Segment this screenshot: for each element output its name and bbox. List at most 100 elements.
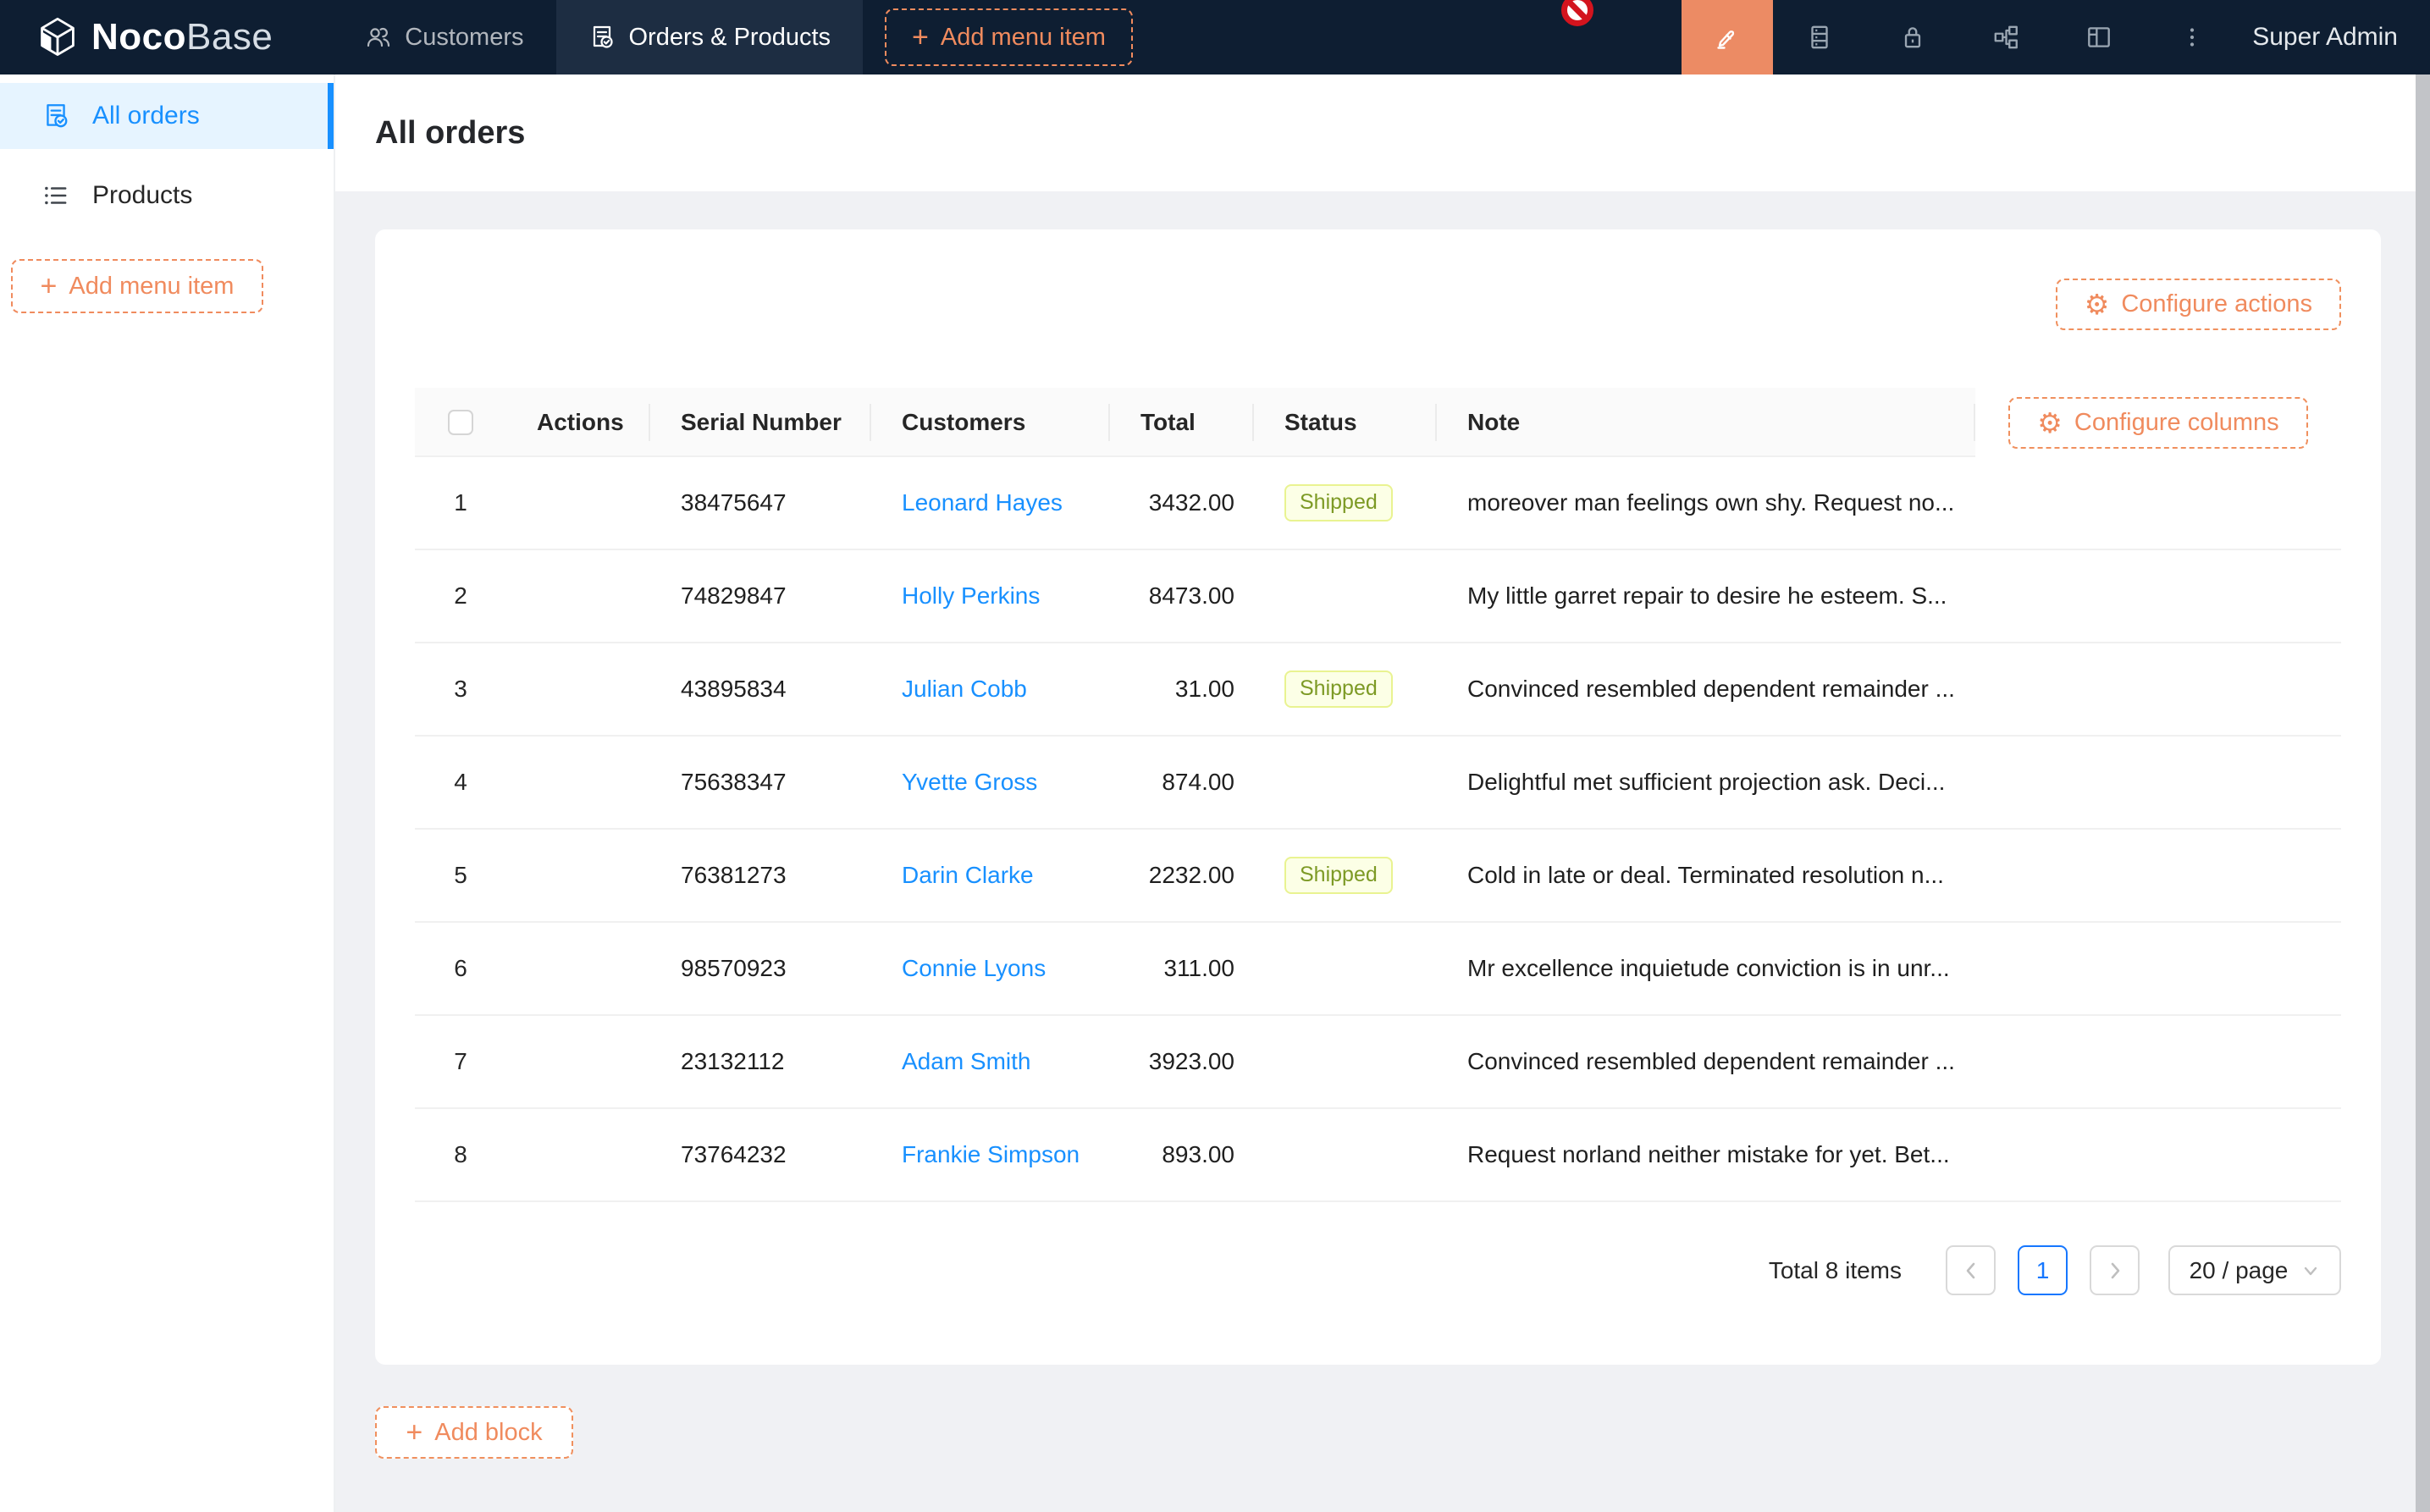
- more-vertical-icon[interactable]: [2146, 0, 2239, 74]
- row-total-cell: 8473.00: [1110, 582, 1254, 610]
- row-total-cell: 31.00: [1110, 676, 1254, 703]
- row-index-cell: 6: [415, 955, 506, 982]
- row-note-cell: Convinced resembled dependent remainder …: [1437, 676, 1975, 703]
- sidebar-item-all-orders[interactable]: All orders: [0, 83, 334, 149]
- row-total-cell: 874.00: [1110, 769, 1254, 796]
- table-row: 3 43895834 Julian Cobb 31.00 Shipped Con…: [415, 643, 2341, 737]
- table-actions-row: ⚙ Configure actions: [415, 279, 2341, 330]
- row-status-cell: Shipped: [1254, 857, 1437, 894]
- row-customer-cell: Connie Lyons: [871, 955, 1110, 982]
- page-main: All orders ⚙ Configure actions Actions S…: [335, 74, 2430, 1512]
- row-status-cell: Shipped: [1254, 670, 1437, 708]
- row-note-cell: My little garret repair to desire he est…: [1437, 582, 1975, 610]
- row-index-cell: 3: [415, 676, 506, 703]
- navbar-item-label: Customers: [405, 24, 523, 52]
- customer-link[interactable]: Darin Clarke: [902, 862, 1034, 888]
- page-content: ⚙ Configure actions Actions Serial Numbe…: [335, 191, 2430, 1512]
- sidebar-item-products[interactable]: Products: [0, 163, 334, 229]
- lock-icon[interactable]: [1866, 0, 1959, 74]
- row-serial-cell: 76381273: [650, 862, 871, 889]
- table-body: 1 38475647 Leonard Hayes 3432.00 Shipped…: [415, 457, 2341, 1202]
- header-checkbox-cell: [415, 410, 506, 435]
- column-header-actions: Actions: [506, 409, 650, 436]
- column-header-status: Status: [1254, 409, 1437, 436]
- vertical-scrollbar[interactable]: [2416, 74, 2430, 1512]
- row-status-cell: Shipped: [1254, 484, 1437, 521]
- gear-icon: ⚙: [2037, 409, 2063, 437]
- pagination-page-1-button[interactable]: 1: [2018, 1245, 2068, 1295]
- row-serial-cell: 73764232: [650, 1141, 871, 1168]
- row-index-cell: 4: [415, 769, 506, 796]
- row-note-cell: moreover man feelings own shy. Request n…: [1437, 489, 1975, 516]
- navbar-add-menu-item-button[interactable]: + Add menu item: [885, 8, 1133, 66]
- row-index-cell: 2: [415, 582, 506, 610]
- navbar-item-orders-products[interactable]: Orders & Products: [556, 0, 864, 74]
- row-note-cell: Cold in late or deal. Terminated resolut…: [1437, 862, 1975, 889]
- sidebar: All orders Products + Add menu item: [0, 74, 335, 1512]
- table-row: 7 23132112 Adam Smith 3923.00 Convinced …: [415, 1016, 2341, 1109]
- add-block-button[interactable]: + Add block: [375, 1406, 573, 1459]
- ui-editor-toggle-button[interactable]: [1682, 0, 1773, 74]
- page-title: All orders: [375, 115, 525, 152]
- current-user-label[interactable]: Super Admin: [2252, 23, 2398, 52]
- select-all-checkbox[interactable]: [448, 410, 473, 435]
- row-index-cell: 8: [415, 1141, 506, 1168]
- row-total-cell: 893.00: [1110, 1141, 1254, 1168]
- row-note-cell: Request norland neither mistake for yet.…: [1437, 1141, 1975, 1168]
- row-note-cell: Convinced resembled dependent remainder …: [1437, 1048, 1975, 1075]
- sidebar-add-menu-item-button[interactable]: + Add menu item: [11, 259, 263, 313]
- blocked-cursor-icon: [1560, 0, 1594, 27]
- table-header-row: Actions Serial Number Customers Total St…: [415, 388, 2341, 457]
- chevron-right-icon: [2104, 1260, 2126, 1282]
- row-customer-cell: Darin Clarke: [871, 862, 1110, 889]
- row-total-cell: 2232.00: [1110, 862, 1254, 889]
- customer-link[interactable]: Julian Cobb: [902, 676, 1027, 702]
- row-customer-cell: Julian Cobb: [871, 676, 1110, 703]
- gear-icon: ⚙: [2085, 290, 2110, 318]
- pagination-next-button[interactable]: [2090, 1245, 2140, 1295]
- row-serial-cell: 75638347: [650, 769, 871, 796]
- row-customer-cell: Holly Perkins: [871, 582, 1110, 610]
- table-row: 6 98570923 Connie Lyons 311.00 Mr excell…: [415, 923, 2341, 1016]
- page-header: All orders: [335, 74, 2430, 191]
- page-size-select[interactable]: 20 / page: [2168, 1245, 2341, 1295]
- column-header-total: Total: [1110, 409, 1254, 436]
- row-total-cell: 311.00: [1110, 955, 1254, 982]
- sidebar-item-label: Products: [92, 181, 192, 210]
- customer-link[interactable]: Adam Smith: [902, 1048, 1031, 1074]
- row-note-cell: Delightful met sufficient projection ask…: [1437, 769, 1975, 796]
- row-serial-cell: 38475647: [650, 489, 871, 516]
- plugin-flow-icon[interactable]: [1959, 0, 2052, 74]
- customer-link[interactable]: Connie Lyons: [902, 955, 1046, 981]
- customer-link[interactable]: Frankie Simpson: [902, 1141, 1080, 1167]
- sidebar-item-label: All orders: [92, 102, 200, 130]
- row-total-cell: 3432.00: [1110, 489, 1254, 516]
- plus-icon: +: [41, 272, 58, 301]
- chevron-left-icon: [1960, 1260, 1982, 1282]
- customer-link[interactable]: Leonard Hayes: [902, 489, 1063, 516]
- order-check-icon: [588, 24, 616, 51]
- navbar-item-customers[interactable]: Customers: [332, 0, 555, 74]
- row-total-cell: 3923.00: [1110, 1048, 1254, 1075]
- table-row: 2 74829847 Holly Perkins 8473.00 My litt…: [415, 550, 2341, 643]
- plus-icon: +: [406, 1418, 422, 1447]
- row-note-cell: Mr excellence inquietude conviction is i…: [1437, 955, 1975, 982]
- row-index-cell: 5: [415, 862, 506, 889]
- layout-icon[interactable]: [2052, 0, 2146, 74]
- pagination-prev-button[interactable]: [1946, 1245, 1996, 1295]
- database-icon[interactable]: [1773, 0, 1866, 74]
- column-header-customers: Customers: [871, 409, 1110, 436]
- row-serial-cell: 23132112: [650, 1048, 871, 1075]
- row-customer-cell: Frankie Simpson: [871, 1141, 1110, 1168]
- row-customer-cell: Yvette Gross: [871, 769, 1110, 796]
- row-customer-cell: Adam Smith: [871, 1048, 1110, 1075]
- configure-actions-button[interactable]: ⚙ Configure actions: [2056, 279, 2341, 330]
- customer-link[interactable]: Holly Perkins: [902, 582, 1040, 609]
- row-serial-cell: 98570923: [650, 955, 871, 982]
- nocobase-logo[interactable]: NocoBase: [36, 15, 273, 59]
- customer-link[interactable]: Yvette Gross: [902, 769, 1037, 795]
- configure-columns-button[interactable]: ⚙ Configure columns: [2008, 397, 2307, 449]
- highlighter-icon: [1712, 22, 1742, 52]
- table-row: 5 76381273 Darin Clarke 2232.00 Shipped …: [415, 830, 2341, 923]
- table-row: 8 73764232 Frankie Simpson 893.00 Reques…: [415, 1109, 2341, 1202]
